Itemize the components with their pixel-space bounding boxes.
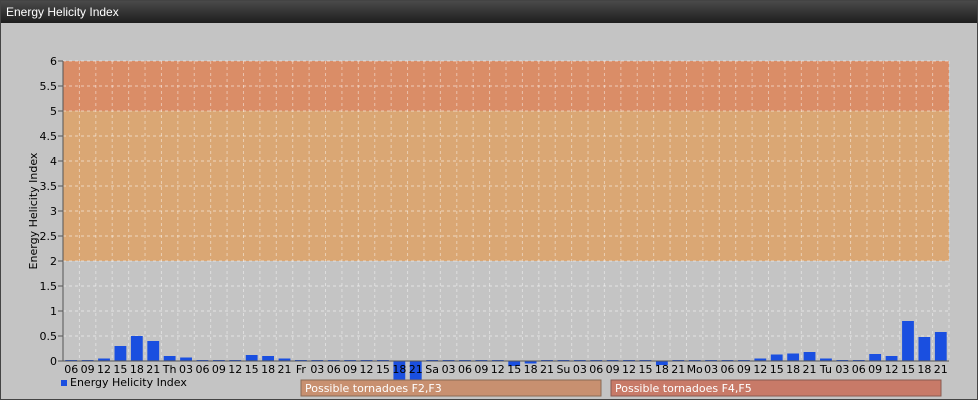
x-tick-label: 15: [770, 363, 784, 376]
x-tick-label: 18: [786, 363, 800, 376]
x-tick-label: 09: [868, 363, 882, 376]
x-tick-label: 06: [64, 363, 78, 376]
x-tick-label: 09: [474, 363, 488, 376]
x-tick-label: 03: [835, 363, 849, 376]
x-tick-label: 18: [655, 363, 669, 376]
y-tick-label: 2: [50, 255, 57, 268]
y-tick-label: 0.5: [40, 330, 58, 343]
bar: [130, 336, 143, 361]
bar: [163, 356, 176, 361]
y-tick-label: 2.5: [40, 230, 58, 243]
bar: [918, 337, 931, 361]
x-tick-label: 09: [606, 363, 620, 376]
y-tick-label: 3: [50, 205, 57, 218]
x-tick-label: 21: [934, 363, 948, 376]
x-tick-label: 12: [228, 363, 242, 376]
zone-label-f2-f3: Possible tornadoes F2,F3: [305, 382, 442, 395]
y-tick-label: 5.5: [40, 80, 58, 93]
x-tick-label: Sa: [425, 363, 439, 376]
bar: [114, 346, 127, 361]
x-tick-label: 06: [721, 363, 735, 376]
x-tick-label: 15: [376, 363, 390, 376]
zone-label-f4-f5: Possible tornadoes F4,F5: [615, 382, 752, 395]
x-tick-label: 18: [524, 363, 538, 376]
x-tick-label: 12: [753, 363, 767, 376]
x-tick-label: 21: [671, 363, 685, 376]
bar: [902, 321, 914, 361]
x-tick-label: 12: [885, 363, 899, 376]
x-tick-label: 21: [278, 363, 292, 376]
x-tick-label: 03: [704, 363, 718, 376]
bar: [787, 353, 800, 361]
x-tick-label: 12: [97, 363, 111, 376]
x-tick-label: 15: [507, 363, 521, 376]
bar: [180, 357, 192, 361]
x-tick-label: 21: [540, 363, 554, 376]
energy-helicity-chart: 0 0.5 1 1.5 2 2.5 3 3.5 4 4.5 5 5.5 6 Energy Helicity…: [27, 55, 950, 397]
bar: [770, 354, 783, 361]
y-tick-label: 4: [50, 155, 57, 168]
x-tick-label: Su: [556, 363, 570, 376]
x-tick-label: 15: [113, 363, 127, 376]
title-bar: Energy Helicity Index: [1, 1, 977, 23]
y-tick-label: 0: [50, 355, 57, 368]
x-tick-label: 06: [458, 363, 472, 376]
x-tick-label: 15: [245, 363, 259, 376]
chart-window: Energy Helicity Index 0 0.5 1 1.5 2 2.5 3 3.5 4 4…: [0, 0, 978, 400]
y-tick-label: 1.5: [40, 280, 58, 293]
bar: [869, 354, 882, 361]
x-tick-label: 18: [392, 363, 406, 376]
legend-label: Energy Helicity Index: [70, 376, 187, 389]
y-tick-label: 5: [50, 105, 57, 118]
x-tick-label: 03: [442, 363, 456, 376]
legend-swatch: [61, 380, 67, 386]
y-tick-label: 1: [50, 305, 57, 318]
x-tick-label: Fr: [296, 363, 307, 376]
x-tick-label: 06: [852, 363, 866, 376]
y-tick-label: 6: [50, 55, 57, 68]
bar: [245, 355, 258, 361]
x-tick-label: 12: [491, 363, 505, 376]
x-tick-label: 21: [409, 363, 423, 376]
x-tick-label: Mo: [687, 363, 703, 376]
x-tick-label: Th: [162, 363, 177, 376]
x-tick-label: 21: [803, 363, 817, 376]
x-tick-label: 06: [327, 363, 341, 376]
x-tick-label: 09: [343, 363, 357, 376]
x-tick-label: 03: [310, 363, 324, 376]
x-tick-label: 18: [261, 363, 275, 376]
x-tick-label: 09: [737, 363, 751, 376]
bar: [147, 341, 160, 361]
y-tick-label: 3.5: [40, 180, 58, 193]
x-tick-label: 21: [146, 363, 160, 376]
x-tick-label: 03: [573, 363, 587, 376]
x-tick-label: Tu: [819, 363, 832, 376]
bar: [934, 332, 947, 361]
y-tick-label: 4.5: [40, 130, 58, 143]
x-tick-label: 15: [901, 363, 915, 376]
bar: [262, 356, 274, 361]
x-tick-label: 18: [130, 363, 144, 376]
y-axis-label: Energy Helicity Index: [27, 152, 40, 269]
x-tick-label: 12: [622, 363, 636, 376]
x-tick-label: 06: [589, 363, 603, 376]
x-tick-label: 03: [179, 363, 193, 376]
x-tick-label: 09: [81, 363, 95, 376]
x-tick-label: 15: [638, 363, 652, 376]
bar: [803, 352, 816, 361]
x-tick-label: 06: [195, 363, 209, 376]
bar: [885, 356, 898, 361]
x-tick-label: 18: [917, 363, 931, 376]
x-tick-label: 09: [212, 363, 226, 376]
window-title: Energy Helicity Index: [6, 5, 119, 19]
x-tick-label: 12: [360, 363, 374, 376]
